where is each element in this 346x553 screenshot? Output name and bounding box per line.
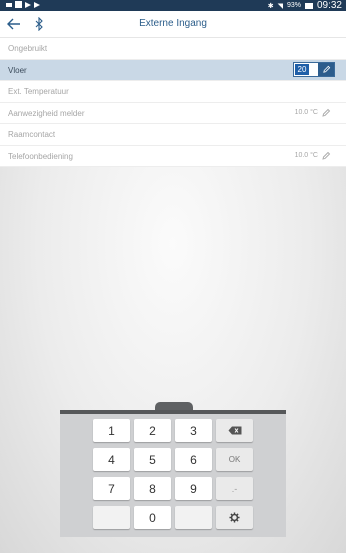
list-item-ongebruikt[interactable]: Ongebruikt — [0, 38, 346, 60]
list-item-label: Telefoonbediening — [8, 151, 73, 161]
ok-button[interactable]: OK — [216, 448, 253, 471]
system-icons: ✱ ◥ 93% 09:32 — [268, 0, 342, 11]
notification-icons — [6, 1, 40, 8]
list-item-ext-temperatuur[interactable]: Ext. Temperatuur — [0, 81, 346, 103]
backspace-icon — [228, 426, 241, 435]
edit-button[interactable] — [318, 62, 334, 76]
pencil-icon[interactable] — [321, 151, 331, 161]
key-2[interactable]: 2 — [134, 419, 171, 442]
list-item-label: Aanwezigheid melder — [8, 108, 85, 118]
key-4[interactable]: 4 — [93, 448, 130, 471]
numeric-keypad: 1 2 3 4 5 6 OK 7 8 9 .- 0 — [60, 414, 286, 537]
status-bar: ✱ ◥ 93% 09:32 — [0, 0, 346, 11]
list-item-label: Raamcontact — [8, 130, 56, 139]
key-6[interactable]: 6 — [175, 448, 212, 471]
blank-key-left — [93, 506, 130, 529]
settings-button[interactable] — [216, 506, 253, 529]
play-icon — [25, 1, 31, 8]
list-item-raamcontact[interactable]: Raamcontact — [0, 124, 346, 146]
image-icon — [15, 1, 22, 8]
pencil-icon — [322, 65, 330, 73]
list-item-value: 10.0 °C — [294, 108, 318, 116]
key-3[interactable]: 3 — [175, 419, 212, 442]
list-item-vloer[interactable]: Vloer 20 — [0, 59, 346, 81]
list-item-telefoonbediening[interactable]: Telefoonbediening 10.0 °C — [0, 146, 346, 167]
clock: 09:32 — [316, 0, 342, 11]
usb-icon — [6, 3, 12, 7]
input-mode-list: Ongebruikt Vloer 20 Ext. Temperatuur Aan… — [0, 38, 346, 167]
list-item-label: Ext. Temperatuur — [8, 87, 69, 96]
key-1[interactable]: 1 — [93, 419, 130, 442]
key-5[interactable]: 5 — [134, 448, 171, 471]
app-header: Externe Ingang — [0, 11, 346, 38]
bluetooth-status-icon: ✱ — [267, 2, 274, 10]
page-title: Externe Ingang — [139, 18, 207, 29]
list-item-value: 10.0 °C — [294, 151, 318, 159]
blank-key-right — [175, 506, 212, 529]
wifi-icon: ◥ — [277, 2, 283, 10]
key-0[interactable]: 0 — [134, 506, 171, 529]
list-item-label: Vloer — [8, 65, 27, 75]
backspace-button[interactable] — [216, 419, 253, 442]
list-item-label: Ongebruikt — [8, 44, 48, 53]
key-9[interactable]: 9 — [175, 477, 212, 500]
key-7[interactable]: 7 — [93, 477, 130, 500]
value-input[interactable]: 20 — [295, 63, 309, 75]
list-item-aanwezigheid-melder[interactable]: Aanwezigheid melder 10.0 °C — [0, 103, 346, 124]
value-editor[interactable]: 20 — [293, 61, 335, 77]
sign-decimal-button[interactable]: .- — [216, 477, 253, 500]
play-store-icon — [34, 1, 40, 8]
pencil-icon[interactable] — [321, 108, 331, 118]
key-8[interactable]: 8 — [134, 477, 171, 500]
battery-percent: 93% — [286, 2, 301, 9]
battery-icon — [304, 2, 313, 9]
gear-icon — [229, 512, 240, 523]
